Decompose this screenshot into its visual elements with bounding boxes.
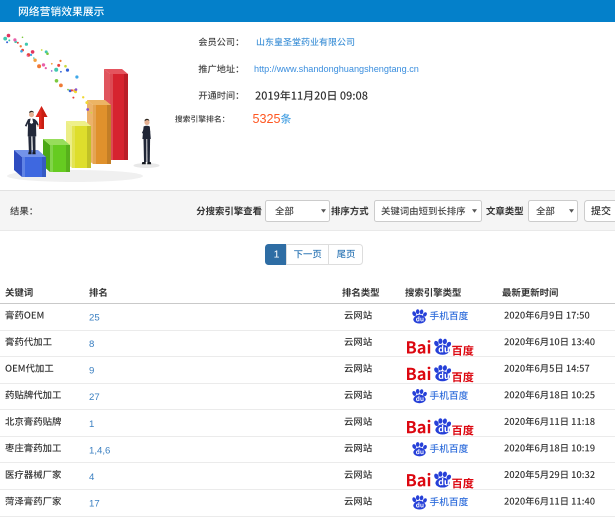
svg-text:1,4,6: 1,4,6 xyxy=(89,445,110,456)
svg-text:8: 8 xyxy=(89,339,94,350)
svg-text:http://www.shandonghuangshengt: http://www.shandonghuangshengtang.cn xyxy=(254,64,419,74)
svg-text:5325: 5325 xyxy=(253,112,281,126)
svg-text:4: 4 xyxy=(89,472,95,483)
svg-text:1: 1 xyxy=(89,419,94,430)
svg-text:17: 17 xyxy=(89,499,100,510)
svg-text:27: 27 xyxy=(89,392,100,403)
svg-text:9: 9 xyxy=(89,366,94,377)
svg-text:1: 1 xyxy=(274,249,280,261)
svg-text:25: 25 xyxy=(89,313,100,324)
